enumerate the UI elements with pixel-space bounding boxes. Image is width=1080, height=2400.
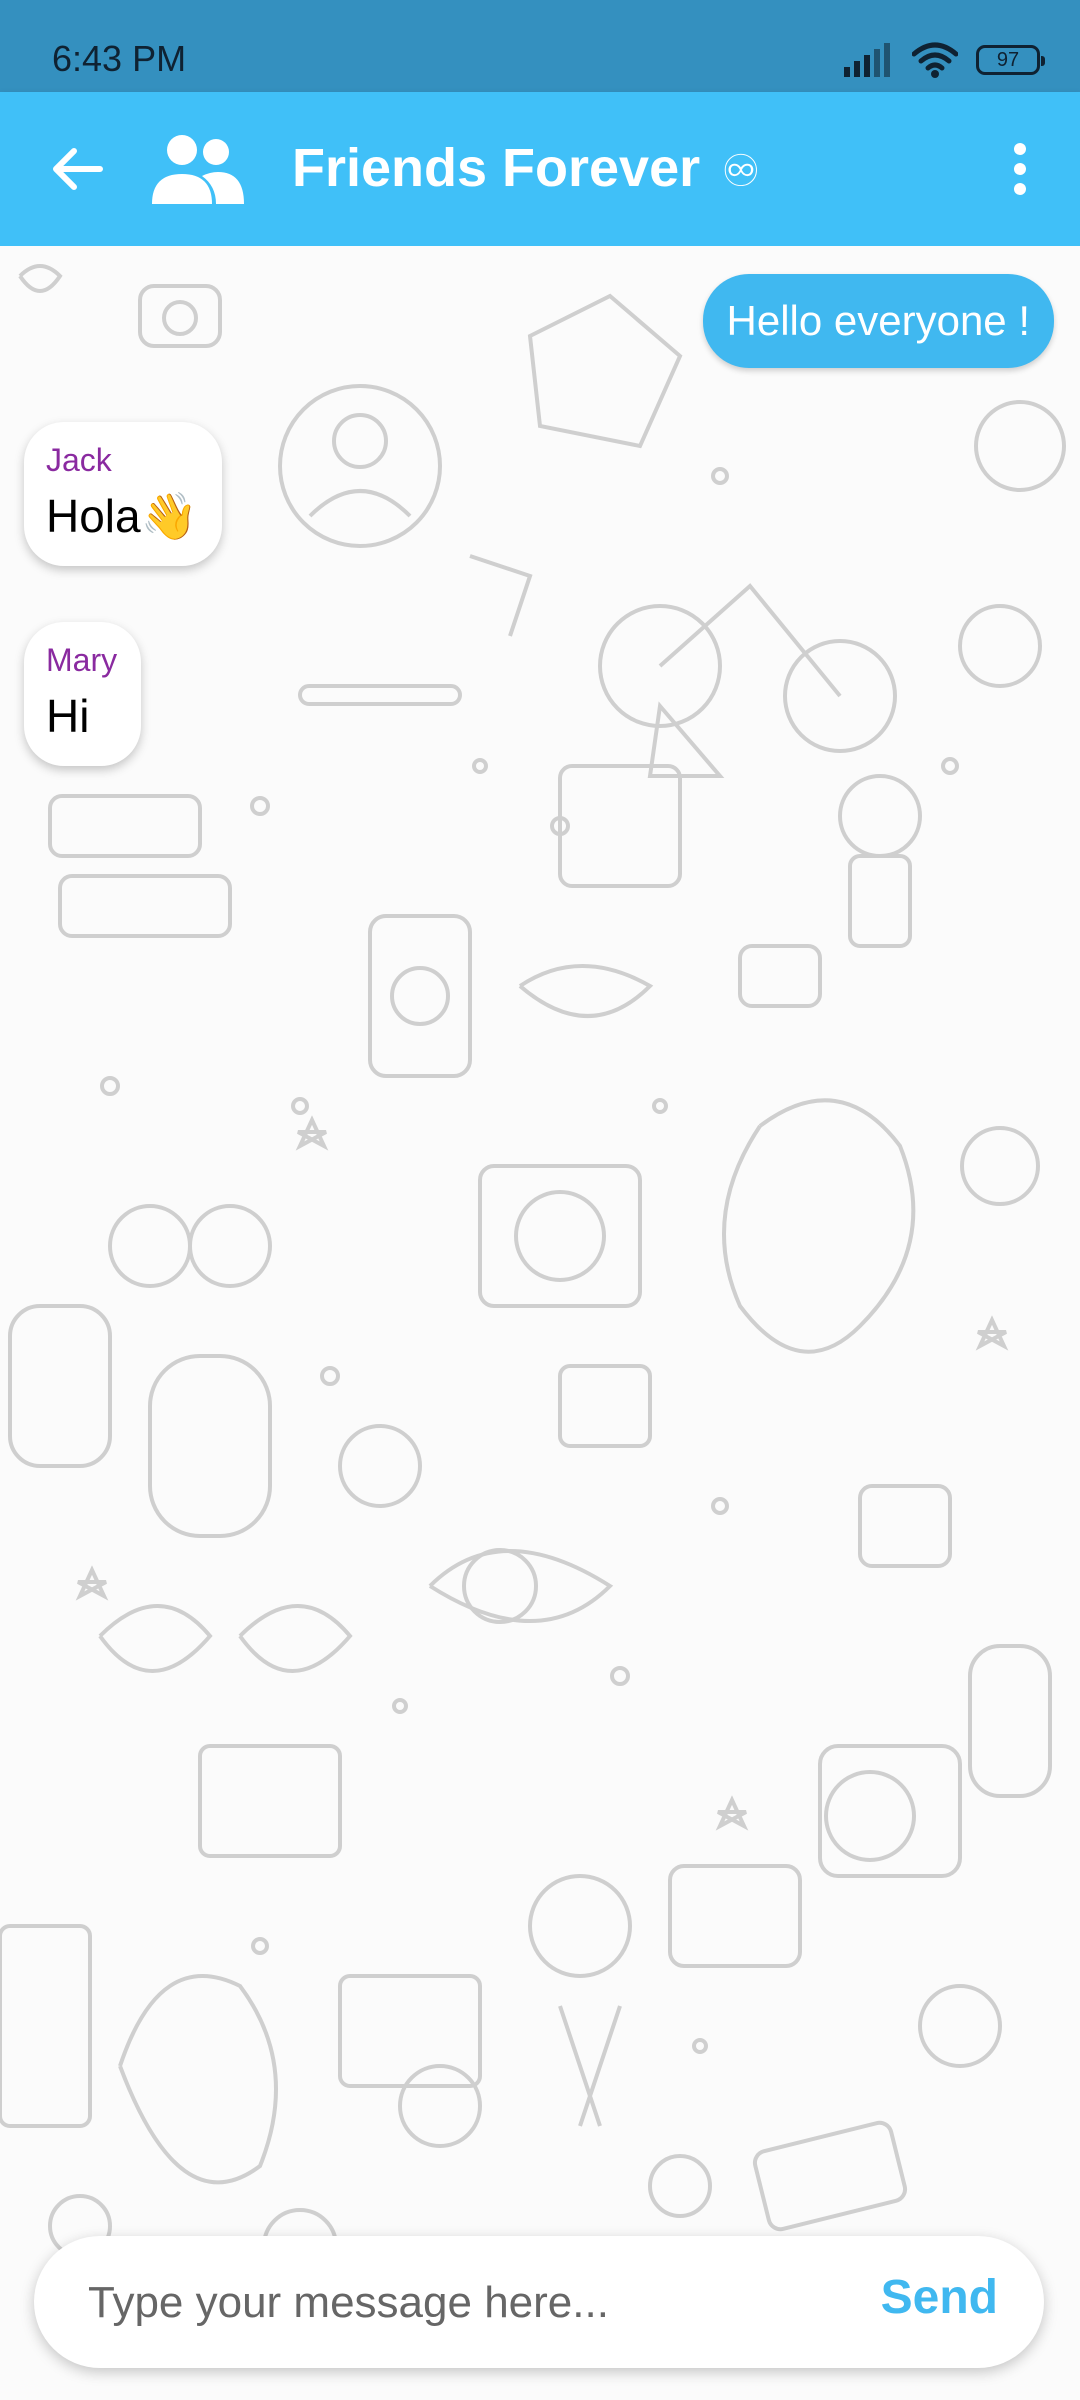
status-bar: 6:43 PM 97 (0, 0, 1080, 92)
message-sender: Jack (46, 442, 112, 478)
status-icons: 97 (842, 40, 1045, 80)
back-arrow-icon[interactable] (46, 137, 110, 201)
chat-area[interactable]: Hello everyone ! Jack Hola👋 Mary Hi (0, 246, 1080, 2400)
message-incoming[interactable]: Jack Hola👋 (24, 422, 222, 566)
status-time: 6:43 PM (52, 38, 187, 79)
signal-icon (844, 43, 890, 77)
app-bar: Friends Forever ♾ (0, 92, 1080, 246)
battery-icon: 97 (976, 45, 1045, 75)
message-text: Hola👋 (46, 490, 198, 542)
message-incoming[interactable]: Mary Hi (24, 622, 142, 766)
message-text: Hello everyone ! (726, 297, 1031, 344)
message-sender: Mary (46, 642, 118, 678)
infinity-icon: ♾ (721, 147, 761, 196)
send-button[interactable]: Send (881, 2270, 998, 2325)
chat-title-text: Friends Forever (292, 138, 701, 198)
message-outgoing[interactable]: Hello everyone ! (702, 274, 1054, 368)
message-text: Hi (46, 690, 90, 742)
more-vert-icon[interactable] (990, 137, 1050, 201)
message-input[interactable] (86, 2266, 870, 2340)
doodle-wallpaper (0, 264, 1066, 2344)
group-icon[interactable] (150, 130, 246, 210)
wifi-icon (912, 42, 958, 78)
chat-title[interactable]: Friends Forever ♾ (292, 138, 761, 202)
message-composer: Send (34, 2236, 1044, 2368)
